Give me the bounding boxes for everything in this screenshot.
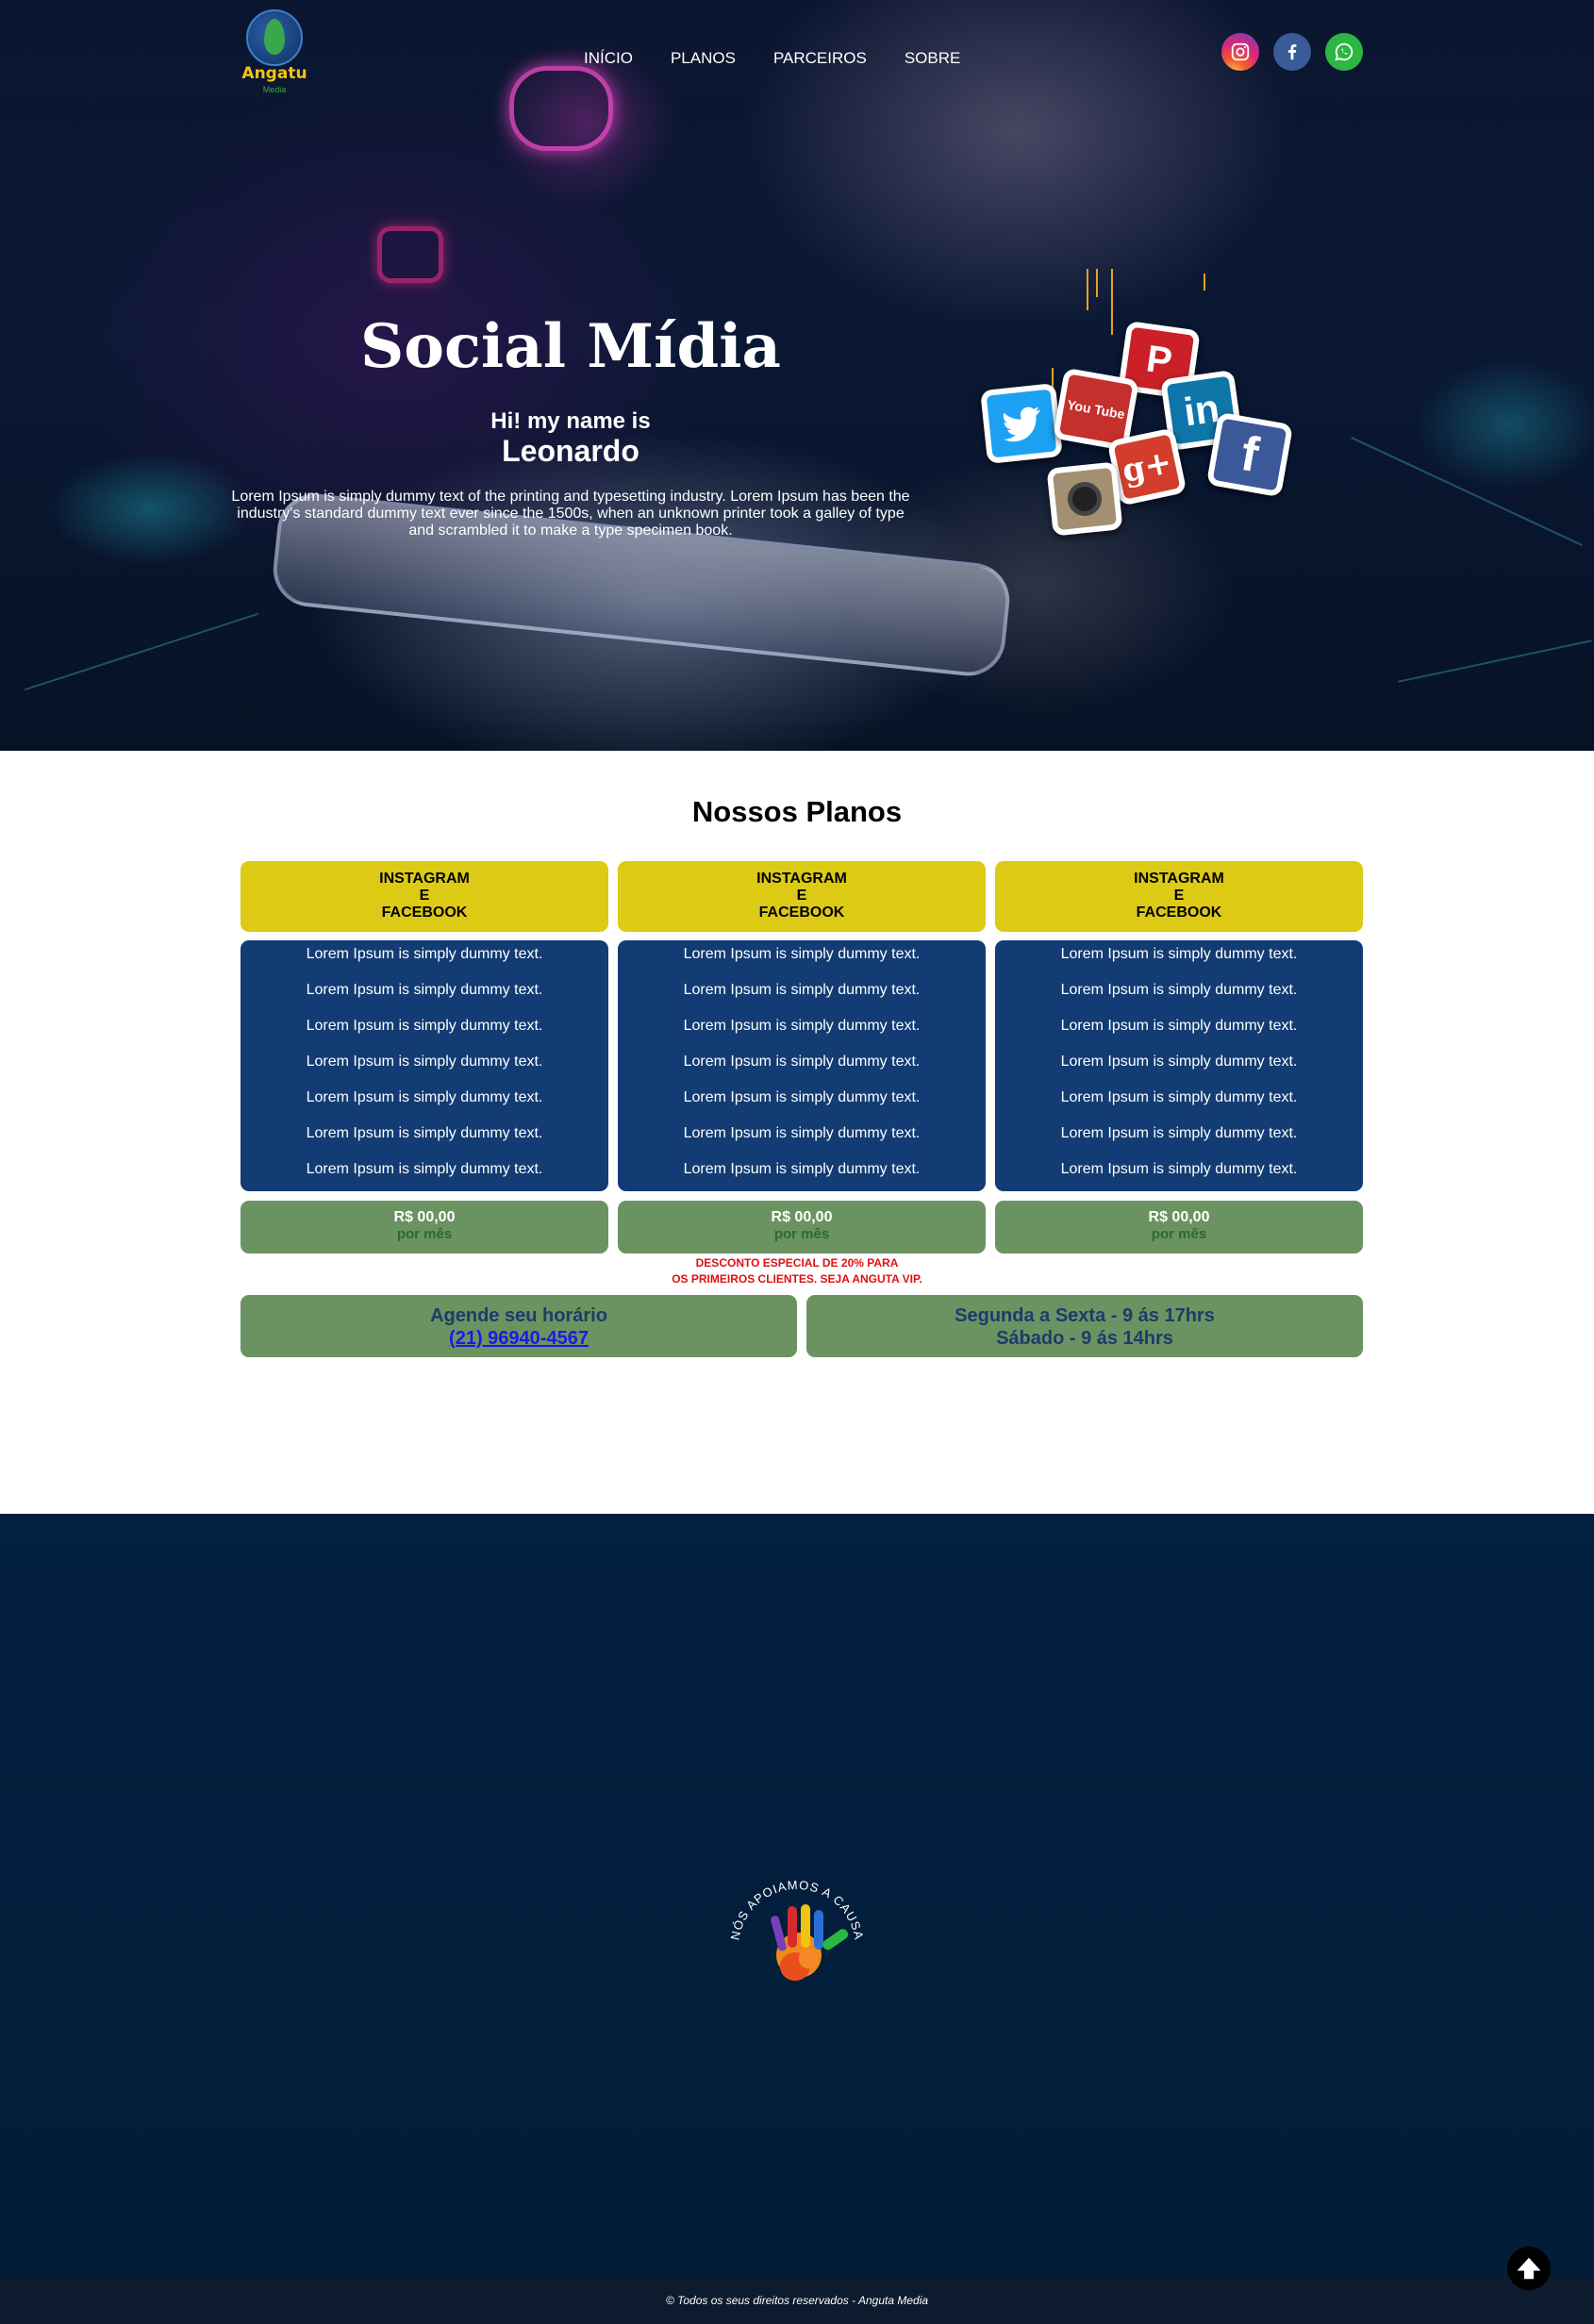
hero-title: Social Mídia (360, 311, 781, 382)
plan-header-line: INSTAGRAM (756, 871, 847, 887)
copyright-bar: © Todos os seus direitos reservados - An… (0, 2278, 1594, 2324)
plan-feature: Lorem Ipsum is simply dummy text. (683, 1018, 921, 1034)
neon-chat-bubble-icon (509, 66, 613, 151)
hero-section: Angatu Media INÍCIO PLANOS PARCEIROS SOB… (0, 0, 1594, 751)
plan-period: por mês (773, 1226, 830, 1242)
string-line (1087, 269, 1088, 310)
plan-price-button[interactable]: R$ 00,00 por mês (995, 1201, 1363, 1253)
hero-description: Lorem Ipsum is simply dummy text of the … (231, 489, 910, 539)
hours-saturday: Sábado - 9 ás 14hrs (996, 1328, 1173, 1349)
back-to-top-button[interactable] (1507, 2247, 1551, 2290)
schedule-box: Agende seu horário (21) 96940-4567 (241, 1295, 797, 1357)
hero-name: Leonardo (502, 434, 639, 468)
facebook-button[interactable] (1273, 33, 1311, 71)
plan-features: Lorem Ipsum is simply dummy text. Lorem … (995, 940, 1363, 1191)
string-line (1111, 269, 1113, 335)
nav-item-planos[interactable]: PLANOS (671, 49, 736, 68)
string-line (1204, 274, 1205, 290)
discount-line: DESCONTO ESPECIAL DE 20% PARA (695, 1256, 899, 1270)
plan-features: Lorem Ipsum is simply dummy text. Lorem … (241, 940, 608, 1191)
plan-price: R$ 00,00 (393, 1209, 456, 1225)
support-cause-logo: NÓS APOIAMOS A CAUSA (727, 1878, 866, 1981)
plan-feature: Lorem Ipsum is simply dummy text. (683, 982, 921, 998)
brand-sub: Media (262, 85, 287, 94)
plan-price-button[interactable]: R$ 00,00 por mês (241, 1201, 608, 1253)
plan-feature: Lorem Ipsum is simply dummy text. (683, 1089, 921, 1105)
nav-item-inicio[interactable]: INÍCIO (584, 49, 633, 68)
plan-feature: Lorem Ipsum is simply dummy text. (1060, 946, 1298, 962)
plan-header: INSTAGRAM E FACEBOOK (241, 861, 608, 932)
plan-feature: Lorem Ipsum is simply dummy text. (306, 1054, 543, 1070)
facebook-icon (1288, 44, 1297, 60)
plan-feature: Lorem Ipsum is simply dummy text. (1060, 1089, 1298, 1105)
hours-weekdays: Segunda a Sexta - 9 ás 17hrs (955, 1305, 1215, 1326)
instagram-icon (1231, 42, 1250, 61)
plan-feature: Lorem Ipsum is simply dummy text. (306, 1089, 543, 1105)
plan-period: por mês (1151, 1226, 1207, 1242)
discount-line: OS PRIMEIROS CLIENTES. SEJA ANGUTA VIP. (672, 1272, 922, 1286)
main-nav: INÍCIO PLANOS PARCEIROS SOBRE (584, 49, 998, 68)
hero-glow (1415, 358, 1594, 490)
string-line (1096, 269, 1098, 297)
plan-header-line: E (419, 888, 430, 904)
plan-header-line: FACEBOOK (1136, 905, 1222, 921)
nav-item-sobre[interactable]: SOBRE (905, 49, 961, 68)
brand-logo[interactable]: Angatu Media (241, 9, 307, 94)
discount-notice: DESCONTO ESPECIAL DE 20% PARA OS PRIMEIR… (0, 1255, 1594, 1287)
plan-price: R$ 00,00 (771, 1209, 833, 1225)
hours-box: Segunda a Sexta - 9 ás 17hrs Sábado - 9 … (806, 1295, 1363, 1357)
instagram-icon (1046, 461, 1123, 537)
plan-price-button[interactable]: R$ 00,00 por mês (618, 1201, 986, 1253)
plan-header-line: E (796, 888, 807, 904)
hero-greeting: Hi! my name is (490, 408, 651, 434)
plan-feature: Lorem Ipsum is simply dummy text. (306, 1161, 543, 1177)
instagram-button[interactable] (1221, 33, 1259, 71)
plan-header-line: E (1173, 888, 1185, 904)
leaf-icon (264, 19, 285, 55)
plan-price: R$ 00,00 (1148, 1209, 1210, 1225)
nav-item-parceiros[interactable]: PARCEIROS (773, 49, 867, 68)
plan-features: Lorem Ipsum is simply dummy text. Lorem … (618, 940, 986, 1191)
plan-feature: Lorem Ipsum is simply dummy text. (1060, 1054, 1298, 1070)
neon-tag-icon (377, 226, 443, 283)
arrow-up-icon (1517, 2257, 1541, 2280)
plan-feature: Lorem Ipsum is simply dummy text. (306, 946, 543, 962)
plan-header: INSTAGRAM E FACEBOOK (995, 861, 1363, 932)
plan-feature: Lorem Ipsum is simply dummy text. (1060, 1161, 1298, 1177)
plan-feature: Lorem Ipsum is simply dummy text. (683, 1054, 921, 1070)
social-media-stickers: P You Tube in g+ f (976, 264, 1297, 547)
plan-header-line: FACEBOOK (381, 905, 468, 921)
twitter-icon (980, 383, 1063, 464)
plan-feature: Lorem Ipsum is simply dummy text. (306, 982, 543, 998)
plan-feature: Lorem Ipsum is simply dummy text. (1060, 982, 1298, 998)
whatsapp-icon (1335, 42, 1353, 61)
plan-feature: Lorem Ipsum is simply dummy text. (1060, 1125, 1298, 1141)
plan-header-line: INSTAGRAM (379, 871, 470, 887)
brand-name: Angatu (241, 64, 307, 83)
plan-feature: Lorem Ipsum is simply dummy text. (306, 1125, 543, 1141)
schedule-label: Agende seu horário (430, 1305, 607, 1326)
network-line (25, 612, 258, 691)
plan-period: por mês (396, 1226, 453, 1242)
whatsapp-button[interactable] (1325, 33, 1363, 71)
plan-feature: Lorem Ipsum is simply dummy text. (683, 1161, 921, 1177)
phone-link[interactable]: (21) 96940-4567 (449, 1328, 589, 1349)
copyright-text: © Todos os seus direitos reservados - An… (665, 2294, 929, 2307)
hero-glow (47, 453, 255, 566)
plan-feature: Lorem Ipsum is simply dummy text. (306, 1018, 543, 1034)
plan-feature: Lorem Ipsum is simply dummy text. (683, 946, 921, 962)
plan-feature: Lorem Ipsum is simply dummy text. (1060, 1018, 1298, 1034)
network-line (1398, 639, 1592, 683)
plan-header: INSTAGRAM E FACEBOOK (618, 861, 986, 932)
plan-header-line: INSTAGRAM (1134, 871, 1224, 887)
plans-title: Nossos Planos (691, 795, 903, 828)
facebook-icon: f (1205, 411, 1294, 498)
plan-feature: Lorem Ipsum is simply dummy text. (683, 1125, 921, 1141)
plan-header-line: FACEBOOK (758, 905, 845, 921)
